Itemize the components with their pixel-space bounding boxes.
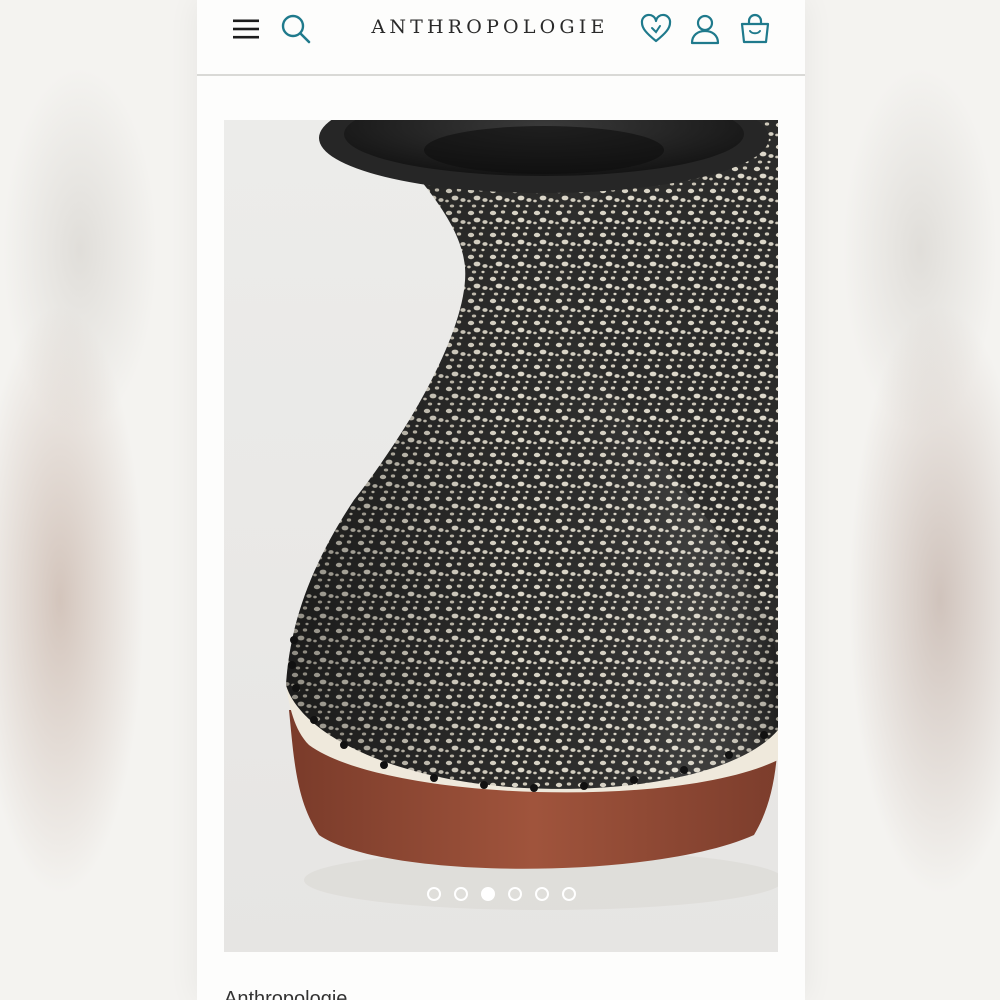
shopping-bag-button[interactable]	[736, 10, 774, 48]
gallery-dot-5[interactable]	[534, 887, 549, 901]
search-icon	[281, 14, 311, 44]
search-button[interactable]	[277, 10, 315, 48]
product-image	[286, 120, 778, 910]
account-button[interactable]	[686, 10, 724, 48]
gallery-dot-1[interactable]	[426, 887, 441, 901]
menu-button[interactable]	[227, 10, 265, 48]
shopping-bag-icon	[740, 13, 770, 44]
gallery-dot-3-active[interactable]	[480, 887, 495, 901]
user-icon	[690, 14, 720, 45]
site-header: ANTHROPOLOGIE	[197, 0, 805, 76]
heart-icon	[640, 13, 672, 43]
gallery-dot-2[interactable]	[453, 887, 468, 901]
product-image-gallery[interactable]	[224, 120, 778, 952]
wishlist-button[interactable]	[637, 10, 675, 48]
hamburger-menu-icon	[233, 19, 259, 39]
gallery-dot-6[interactable]	[561, 887, 576, 901]
product-brand-text[interactable]: Anthropologie	[224, 988, 347, 1000]
gallery-pagination	[224, 887, 778, 901]
mobile-page: ANTHROPOLOGIE Anthropologie	[197, 0, 805, 1000]
site-logo[interactable]: ANTHROPOLOGIE	[365, 16, 615, 38]
gallery-dot-4[interactable]	[507, 887, 522, 901]
